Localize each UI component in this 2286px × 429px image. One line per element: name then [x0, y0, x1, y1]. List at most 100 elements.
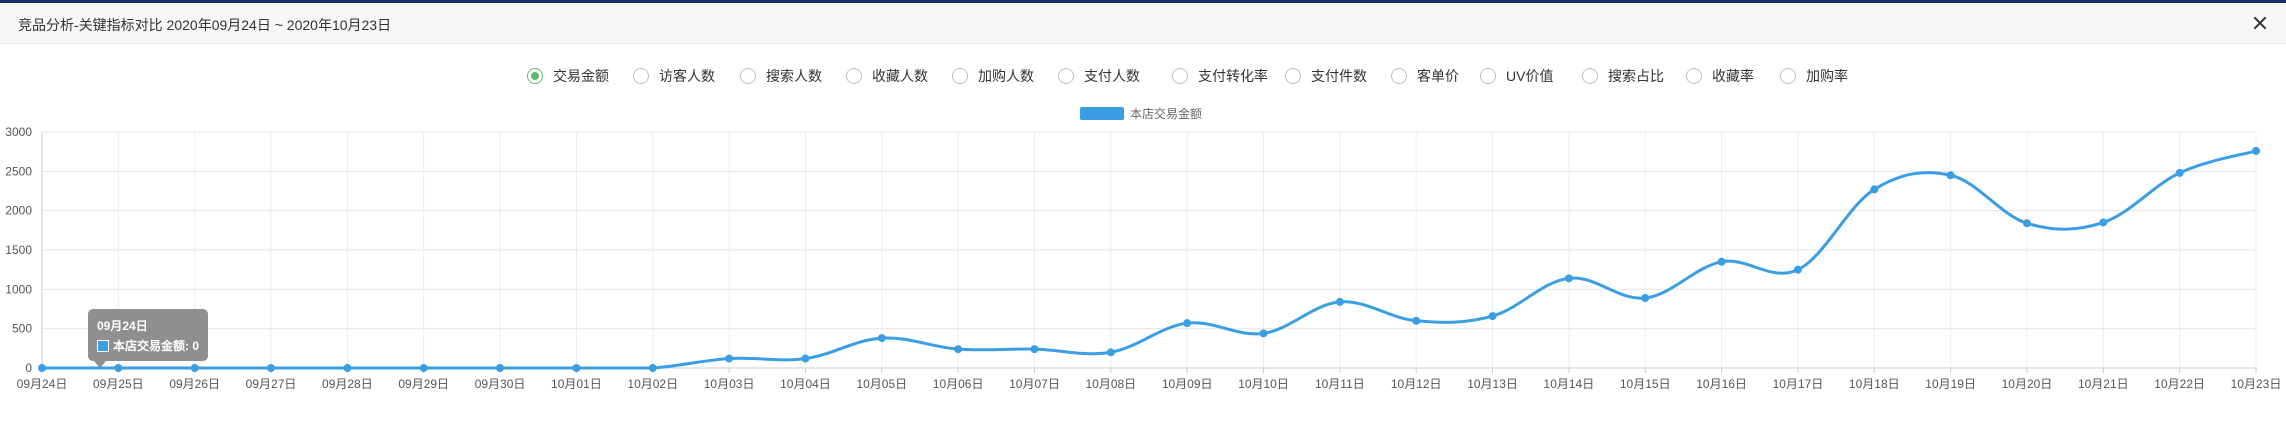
metric-option[interactable]: UV价值	[1480, 64, 1553, 88]
chart-legend[interactable]: 本店交易金额	[1080, 106, 1203, 121]
metric-label: 支付转化率	[1198, 68, 1268, 84]
metric-label: 收藏人数	[872, 68, 928, 84]
data-point	[572, 364, 581, 372]
x-tick-label: 09月30日	[475, 377, 526, 391]
x-tick-label: 10月04日	[780, 377, 831, 391]
x-tick-label: 09月24日	[17, 377, 68, 391]
radio-unchecked-icon[interactable]	[1686, 68, 1702, 84]
x-tick-label: 09月28日	[322, 377, 373, 391]
metric-option[interactable]: 加购率	[1780, 64, 1848, 88]
x-tick-label: 10月06日	[933, 377, 984, 391]
x-tick-label: 10月21日	[2078, 377, 2129, 391]
data-point	[190, 364, 199, 372]
x-tick-label: 09月29日	[398, 377, 449, 391]
legend-swatch	[1080, 106, 1124, 120]
x-tick-label: 10月20日	[2002, 377, 2053, 391]
data-point	[114, 364, 123, 372]
data-point	[343, 364, 352, 372]
x-tick-label: 10月19日	[1925, 377, 1976, 391]
x-tick-label: 10月05日	[856, 377, 907, 391]
data-point	[419, 364, 428, 372]
data-point	[801, 354, 810, 363]
metric-option[interactable]: 交易金额	[527, 64, 609, 88]
x-tick-label: 10月14日	[1544, 377, 1595, 391]
radio-unchecked-icon[interactable]	[633, 68, 649, 84]
data-point	[2175, 168, 2184, 177]
y-tick-label: 0	[25, 361, 32, 375]
x-tick-label: 09月25日	[93, 377, 144, 391]
radio-unchecked-icon[interactable]	[1391, 68, 1407, 84]
tooltip-swatch	[97, 339, 109, 352]
radio-unchecked-icon[interactable]	[1582, 68, 1598, 84]
y-tick-label: 500	[12, 322, 32, 336]
x-tick-label: 10月13日	[1467, 377, 1518, 391]
data-point	[1335, 297, 1344, 306]
data-point	[1641, 293, 1650, 302]
data-point	[496, 364, 505, 372]
radio-unchecked-icon[interactable]	[1480, 68, 1496, 84]
radio-unchecked-icon[interactable]	[1172, 68, 1188, 84]
data-point	[1564, 274, 1573, 283]
data-point	[1412, 316, 1421, 325]
metric-option[interactable]: 访客人数	[633, 64, 715, 88]
metric-label: 客单价	[1417, 68, 1459, 84]
metric-option[interactable]: 支付人数	[1058, 64, 1140, 88]
x-tick-label: 10月02日	[627, 377, 678, 391]
y-tick-label: 1000	[5, 282, 32, 296]
y-tick-label: 2500	[5, 164, 32, 178]
x-tick-label: 10月08日	[1085, 377, 1136, 391]
radio-unchecked-icon[interactable]	[952, 68, 968, 84]
metric-option[interactable]: 支付件数	[1285, 64, 1367, 88]
tooltip-row: 本店交易金额: 0	[97, 337, 199, 354]
chart-tooltip: 09月24日 本店交易金额: 0	[88, 309, 208, 368]
x-tick-label: 09月27日	[246, 377, 297, 391]
radio-unchecked-icon[interactable]	[1285, 68, 1301, 84]
radio-checked-icon[interactable]	[527, 68, 543, 84]
series-line	[42, 149, 2257, 370]
x-tick-label: 10月16日	[1696, 377, 1747, 391]
metric-label: 加购人数	[978, 68, 1034, 84]
metric-label: 支付件数	[1311, 68, 1367, 84]
data-point	[2252, 146, 2260, 155]
x-tick-label: 10月03日	[704, 377, 755, 391]
metric-option[interactable]: 收藏率	[1686, 64, 1754, 88]
x-tick-label: 10月17日	[1773, 377, 1824, 391]
dialog-header: 竞品分析-关键指标对比 2020年09月24日 ~ 2020年10月23日	[0, 3, 2286, 44]
metric-option[interactable]: 加购人数	[952, 64, 1034, 88]
data-point	[2099, 218, 2108, 227]
data-point	[1259, 329, 1268, 338]
legend-label: 本店交易金额	[1130, 106, 1203, 121]
tooltip-title: 09月24日	[97, 319, 148, 333]
radio-unchecked-icon[interactable]	[846, 68, 862, 84]
x-tick-label: 10月10日	[1238, 377, 1289, 391]
metric-option[interactable]: 收藏人数	[846, 64, 928, 88]
radio-unchecked-icon[interactable]	[1780, 68, 1796, 84]
data-point	[1717, 257, 1726, 266]
x-tick-label: 10月07日	[1009, 377, 1060, 391]
data-point	[648, 364, 657, 372]
x-tick-label: 10月12日	[1391, 377, 1442, 391]
data-point	[38, 364, 46, 372]
metric-label: 访客人数	[659, 68, 715, 84]
data-point	[1793, 265, 1802, 274]
metric-label: 加购率	[1806, 68, 1848, 84]
x-tick-label: 10月23日	[2231, 377, 2282, 391]
data-point	[267, 364, 276, 372]
metric-option[interactable]: 支付转化率	[1172, 64, 1268, 88]
data-point	[877, 334, 886, 343]
radio-unchecked-icon[interactable]	[1058, 68, 1074, 84]
metric-option[interactable]: 搜索人数	[740, 64, 822, 88]
close-icon[interactable]	[2248, 11, 2272, 35]
metric-option[interactable]: 客单价	[1391, 64, 1459, 88]
y-tick-label: 3000	[5, 125, 32, 139]
metric-label: 搜索占比	[1608, 68, 1664, 84]
metric-option[interactable]: 搜索占比	[1582, 64, 1664, 88]
dialog-title: 竞品分析-关键指标对比 2020年09月24日 ~ 2020年10月23日	[18, 17, 392, 33]
tooltip-value: 本店交易金额: 0	[113, 339, 200, 353]
radio-unchecked-icon[interactable]	[740, 68, 756, 84]
x-tick-label: 09月26日	[169, 377, 220, 391]
x-tick-label: 10月01日	[551, 377, 602, 391]
metric-label: 交易金额	[553, 68, 609, 84]
data-point	[1106, 348, 1115, 357]
data-point	[1870, 185, 1879, 194]
